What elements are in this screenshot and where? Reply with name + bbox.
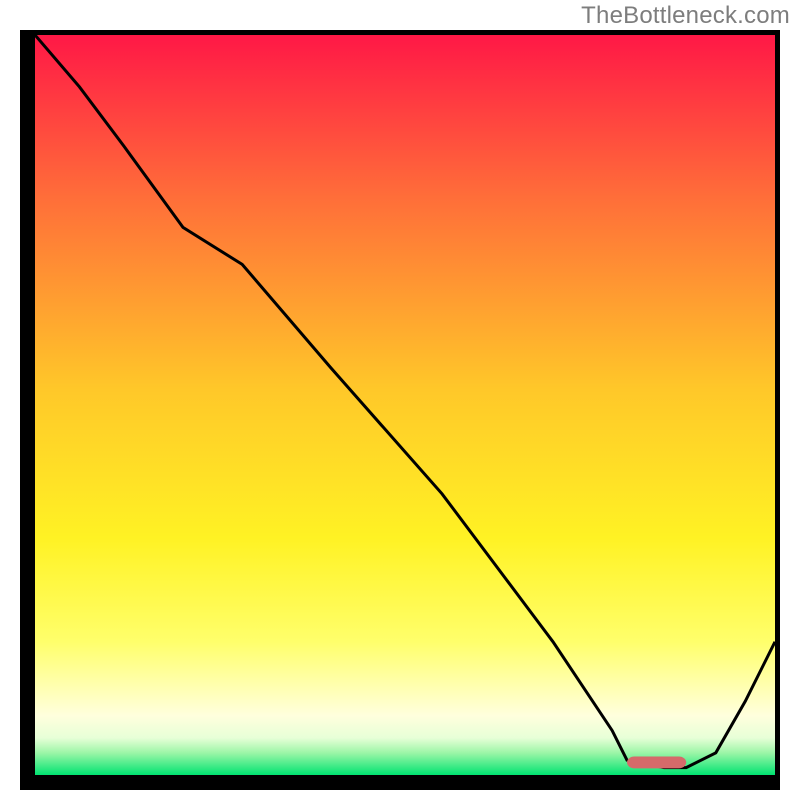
plot-area <box>35 35 775 775</box>
watermark-label: TheBottleneck.com <box>581 2 790 30</box>
plot-axes-border <box>20 30 780 790</box>
chart-svg <box>35 35 775 775</box>
chart-frame: TheBottleneck.com <box>0 0 800 800</box>
chart-background-gradient <box>35 35 775 775</box>
optimal-range-marker <box>627 757 686 769</box>
